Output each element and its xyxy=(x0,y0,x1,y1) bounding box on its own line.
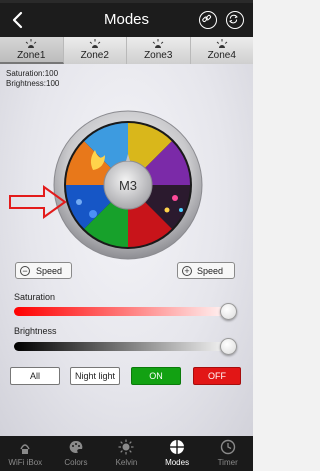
saturation-label: Saturation xyxy=(14,292,56,302)
zone-tabs: Zone1 Zone2 Zone3 Zone4 xyxy=(0,37,253,64)
brightness-slider-handle[interactable] xyxy=(220,338,237,355)
tab-timer[interactable]: Timer xyxy=(202,436,253,471)
bottom-tab-bar: WiFi iBox Colors Kelvin Modes Timer xyxy=(0,436,253,471)
saturation-slider-handle[interactable] xyxy=(220,303,237,320)
minus-icon: − xyxy=(20,266,30,276)
tab-label: Colors xyxy=(64,458,88,467)
tab-label: Kelvin xyxy=(115,458,138,467)
plus-icon: + xyxy=(182,266,192,276)
saturation-readout: Saturation:100 xyxy=(6,69,59,78)
tab-label: Timer xyxy=(217,458,238,467)
clock-icon xyxy=(220,439,235,455)
off-button[interactable]: OFF xyxy=(193,367,241,385)
brightness-slider[interactable] xyxy=(14,342,236,351)
tab-zone3[interactable]: Zone3 xyxy=(127,37,191,64)
link-icon xyxy=(202,14,212,23)
zone-label: Zone1 xyxy=(17,50,46,61)
saturation-slider[interactable] xyxy=(14,307,236,316)
app-header: Modes xyxy=(0,3,253,37)
refresh-icon xyxy=(229,14,238,24)
zone-label: Zone4 xyxy=(207,50,236,61)
red-arrow-indicator xyxy=(9,185,67,219)
speed-increase-label: Speed xyxy=(197,266,224,276)
sun-icon xyxy=(25,39,37,48)
mode-wheel[interactable]: M3 xyxy=(53,110,203,260)
wifi-box-icon xyxy=(20,444,30,454)
palette-icon xyxy=(69,440,83,453)
mode-center-label: M3 xyxy=(119,178,137,193)
on-button[interactable]: ON xyxy=(131,367,181,385)
tab-modes[interactable]: Modes xyxy=(152,436,203,471)
sun-icon xyxy=(118,439,134,455)
tab-kelvin[interactable]: Kelvin xyxy=(101,436,152,471)
brightness-label: Brightness xyxy=(14,326,57,336)
zone-label: Zone3 xyxy=(144,50,173,61)
tab-label: Modes xyxy=(165,458,190,467)
sun-icon xyxy=(89,39,101,48)
tab-zone2[interactable]: Zone2 xyxy=(63,37,127,64)
sun-icon xyxy=(152,39,164,48)
link-button[interactable] xyxy=(199,11,217,29)
speed-decrease-label: Speed xyxy=(36,266,63,276)
all-button[interactable]: All xyxy=(10,367,60,385)
zone-label: Zone2 xyxy=(80,50,109,61)
sun-icon xyxy=(216,39,228,48)
modes-panel: Saturation:100 Brightness:100 M3 − Speed… xyxy=(0,64,253,436)
tab-wifi-ibox[interactable]: WiFi iBox xyxy=(0,436,51,471)
tab-zone4[interactable]: Zone4 xyxy=(190,37,253,64)
tab-colors[interactable]: Colors xyxy=(51,436,102,471)
speed-increase-button[interactable]: + Speed xyxy=(177,262,235,279)
night-light-button[interactable]: Night light xyxy=(70,367,120,385)
refresh-button[interactable] xyxy=(226,11,244,29)
brightness-readout: Brightness:100 xyxy=(6,79,60,88)
speed-decrease-button[interactable]: − Speed xyxy=(15,262,72,279)
tab-label: WiFi iBox xyxy=(8,458,43,467)
tab-zone1[interactable]: Zone1 xyxy=(0,37,64,64)
modes-icon xyxy=(170,440,185,454)
